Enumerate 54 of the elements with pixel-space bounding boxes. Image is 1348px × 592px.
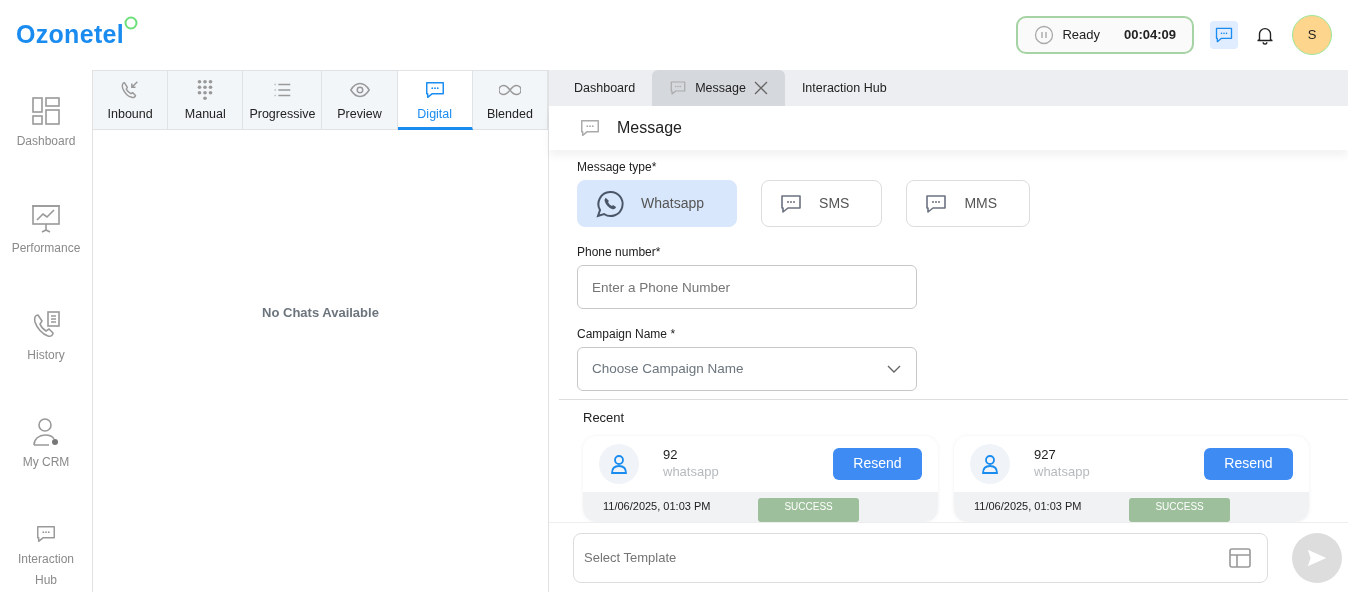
chat-icon [579,117,601,139]
avatar[interactable]: S [1292,15,1332,55]
phone-number-field[interactable]: Enter a Phone Number [577,265,917,309]
pause-icon [1034,25,1055,45]
status-label: Ready [1062,26,1100,45]
chat-icon [1214,25,1234,45]
sidebar-item[interactable]: History [21,308,71,367]
page-tab[interactable]: Interaction Hub [784,70,904,106]
campaign-select[interactable]: Choose Campaign Name [577,347,917,391]
field-label: Phone number* [577,244,662,261]
dial-tab[interactable]: Inbound [93,71,169,130]
field-label: Message type* [577,159,658,176]
status-pill[interactable]: Ready 00:04:09 [1016,16,1194,54]
message-icon [423,79,446,101]
sidebar-item[interactable]: My CRM [16,415,76,474]
dial-tab[interactable]: Progressive [243,71,323,130]
channel-text: whatsapp [663,463,720,480]
user-icon [609,453,629,474]
empty-text: No Chats Available [262,304,379,323]
field-label: Campaign Name * [577,326,677,343]
ring-icon [123,16,138,31]
layout-icon [1228,545,1252,570]
message-type-option[interactable]: SMS [761,180,883,227]
template-field[interactable]: Select Template [573,532,1268,583]
sidebar-item[interactable]: Dashboard [10,94,82,153]
dial-tab[interactable]: Manual [168,71,244,130]
whatsapp-icon [595,188,625,219]
status-badge: SUCCESS [758,497,859,522]
logo-text: Ozonetel [16,19,124,51]
page-tab[interactable]: Message [652,70,785,106]
close-icon [753,81,768,95]
dial-tab[interactable]: Preview [322,71,398,130]
presentation-chart-icon [30,202,62,234]
chat-icon [35,523,57,545]
dial-tab[interactable]: Blended [472,71,548,130]
page-tab[interactable]: Dashboard [557,70,653,106]
channel-text: whatsapp [1034,463,1091,480]
timer-text: 00:04:09 [1123,26,1176,45]
sidebar-item[interactable]: Interaction Hub [5,522,87,592]
chat-button[interactable] [1210,21,1238,49]
date-text: 11/06/2025, 01:03 PM [603,498,711,514]
sidebar-item[interactable]: Performance [5,201,87,260]
message-type-option[interactable]: MMS [906,180,1031,227]
section-title: Recent [583,409,626,427]
phone-number: 92 [663,447,679,464]
dashboard-icon [30,95,62,127]
date-text: 11/06/2025, 01:03 PM [974,498,1082,514]
chat-icon [669,79,688,97]
status-badge: SUCCESS [1129,497,1230,522]
dial-tab[interactable]: Digital [397,71,473,130]
page-title: Message [617,118,682,138]
user-icon [980,453,1000,474]
message-type-option[interactable]: Whatsapp [577,180,738,227]
phone-number: 927 [1034,447,1057,464]
